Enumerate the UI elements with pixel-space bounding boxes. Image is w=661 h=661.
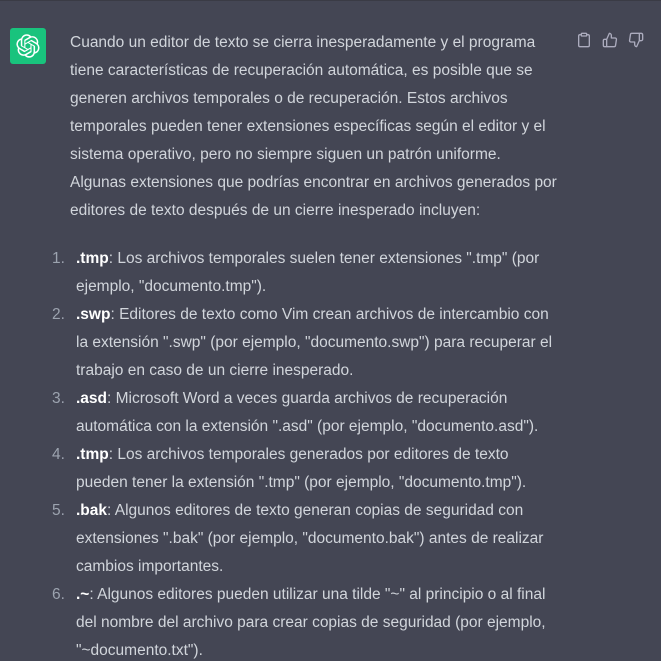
clipboard-icon [578, 32, 590, 48]
openai-logo-icon [16, 34, 40, 58]
extension-list: 1. .tmp: Los archivos temporales suelen t… [52, 245, 560, 661]
list-item: 4. .tmp: Los archivos temporales generado… [52, 441, 560, 497]
dislike-button[interactable] [626, 30, 646, 50]
list-item-text: : Algunos editores pueden utilizar una t… [76, 586, 546, 659]
list-item-text: : Microsoft Word a veces guarda archivos… [76, 390, 539, 435]
extension-label: .swp [76, 306, 111, 323]
thumbs-up-icon [602, 32, 618, 48]
message-divider [0, 0, 661, 1]
list-item: 3. .asd: Microsoft Word a veces guarda ar… [52, 385, 560, 441]
message-actions [574, 30, 646, 50]
list-number: 5. [52, 502, 65, 519]
like-button[interactable] [600, 30, 620, 50]
list-item: 5. .bak: Algunos editores de texto genera… [52, 497, 560, 581]
extension-label: .asd [76, 390, 108, 407]
list-number: 2. [52, 306, 65, 323]
extension-label: .bak [76, 502, 108, 519]
thumbs-down-icon [628, 32, 644, 48]
list-number: 6. [52, 586, 65, 603]
intro-paragraph: Cuando un editor de texto se cierra ines… [70, 34, 557, 219]
list-number: 3. [52, 390, 65, 407]
assistant-avatar [10, 28, 46, 64]
extension-label: .tmp [76, 446, 109, 463]
list-item: 2. .swp: Editores de texto como Vim crean… [52, 301, 560, 385]
assistant-message: Cuando un editor de texto se cierra ines… [52, 29, 560, 661]
extension-label: .tmp [76, 250, 109, 267]
copy-button[interactable] [574, 30, 594, 50]
list-item-text: : Algunos editores de texto generan copi… [76, 502, 544, 575]
list-item: 1. .tmp: Los archivos temporales suelen t… [52, 245, 560, 301]
extension-label: .~ [76, 586, 90, 603]
list-number: 1. [52, 250, 65, 267]
list-number: 4. [52, 446, 65, 463]
list-item: 6. .~: Algunos editores pueden utilizar u… [52, 581, 560, 661]
list-item-text: : Editores de texto como Vim crean archi… [76, 306, 553, 379]
list-item-text: : Los archivos temporales suelen tener e… [76, 250, 540, 295]
list-item-text: : Los archivos temporales generados por … [76, 446, 527, 491]
